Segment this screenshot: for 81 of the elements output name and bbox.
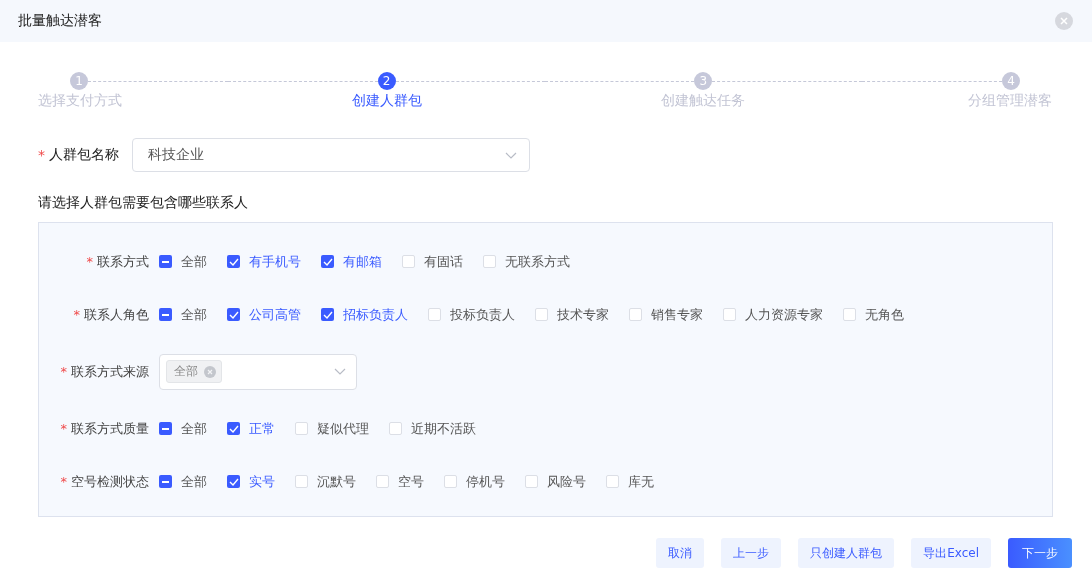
checkbox[interactable] (525, 475, 538, 488)
checkbox-label[interactable]: 风险号 (547, 472, 586, 491)
checkbox-label[interactable]: 无联系方式 (505, 252, 570, 271)
checkbox[interactable] (483, 255, 496, 268)
checkbox[interactable] (389, 422, 402, 435)
checkbox[interactable] (159, 308, 172, 321)
checkbox-label[interactable]: 沉默号 (317, 472, 356, 491)
section-title: 请选择人群包需要包含哪些联系人 (38, 194, 249, 212)
action-button[interactable]: 上一步 (721, 538, 782, 568)
required-mark: * (86, 254, 93, 269)
checkbox[interactable] (376, 475, 389, 488)
checkbox[interactable] (159, 422, 172, 435)
step-label: 创建触达任务 (661, 92, 746, 110)
next-button[interactable]: 下一步 (1008, 538, 1072, 568)
checkbox-label[interactable]: 公司高管 (249, 305, 301, 324)
step-number: 3 (694, 72, 713, 90)
checkbox-label[interactable]: 疑似代理 (317, 419, 369, 438)
checkbox-label[interactable]: 投标负责人 (450, 305, 515, 324)
checkbox[interactable] (295, 422, 308, 435)
checkbox-label[interactable]: 无角色 (865, 305, 904, 324)
checkbox[interactable] (321, 255, 334, 268)
required-mark: * (60, 474, 67, 489)
checkbox-label[interactable]: 全部 (181, 419, 207, 438)
action-button[interactable]: 导出Excel (911, 538, 991, 568)
step-label: 选择支付方式 (38, 92, 122, 110)
step-number: 2 (377, 72, 396, 90)
checkbox-label[interactable]: 空号 (398, 472, 424, 491)
step-number: 1 (70, 72, 88, 90)
filter-label: 联系方式 (97, 252, 149, 271)
checkbox-label[interactable]: 实号 (249, 472, 275, 491)
name-select[interactable]: 科技企业 (132, 138, 530, 172)
checkbox-label[interactable]: 近期不活跃 (411, 419, 476, 438)
checkbox-label[interactable]: 有手机号 (249, 252, 301, 271)
filter-label: 联系人角色 (84, 305, 149, 324)
checkbox[interactable] (227, 255, 240, 268)
checkbox-label[interactable]: 招标负责人 (343, 305, 408, 324)
checkbox[interactable] (159, 255, 172, 268)
filter-label: 联系方式质量 (71, 419, 149, 438)
step-number: 4 (1002, 72, 1020, 90)
checkbox[interactable] (227, 475, 240, 488)
checkbox-label[interactable]: 停机号 (466, 472, 505, 491)
action-button[interactable]: 取消 (656, 538, 705, 568)
checkbox-label[interactable]: 全部 (181, 252, 207, 271)
checkbox-label[interactable]: 全部 (181, 472, 207, 491)
action-button[interactable]: 只创建人群包 (798, 538, 895, 568)
close-icon[interactable] (1055, 12, 1073, 30)
required-mark: * (60, 421, 67, 436)
checkbox[interactable] (444, 475, 457, 488)
filter-label: 空号检测状态 (71, 472, 149, 491)
checkbox-label[interactable]: 销售专家 (651, 305, 703, 324)
checkbox-label[interactable]: 正常 (249, 419, 275, 438)
checkbox[interactable] (321, 308, 334, 321)
required-mark: * (60, 364, 67, 379)
checkbox[interactable] (402, 255, 415, 268)
required-mark: * (38, 147, 45, 163)
chevron-icon (334, 368, 346, 375)
checkbox[interactable] (227, 422, 240, 435)
dialog-title: 批量触达潜客 (18, 12, 102, 30)
tag: 全部 (166, 360, 222, 383)
checkbox-label[interactable]: 技术专家 (557, 305, 609, 324)
checkbox[interactable] (159, 475, 172, 488)
step-label: 创建人群包 (351, 92, 422, 110)
chevron-icon (505, 151, 517, 159)
checkbox[interactable] (723, 308, 736, 321)
checkbox-label[interactable]: 有固话 (424, 252, 463, 271)
step-label: 分组管理潜客 (968, 92, 1052, 110)
checkbox[interactable] (428, 308, 441, 321)
checkbox-label[interactable]: 库无 (628, 472, 654, 491)
field-label: 人群包名称 (49, 146, 119, 164)
checkbox-label[interactable]: 有邮箱 (343, 252, 382, 271)
checkbox[interactable] (843, 308, 856, 321)
checkbox[interactable] (295, 475, 308, 488)
checkbox[interactable] (606, 475, 619, 488)
remove-icon[interactable] (204, 365, 216, 378)
checkbox[interactable] (227, 308, 240, 321)
checkbox[interactable] (535, 308, 548, 321)
checkbox-label[interactable]: 全部 (181, 305, 207, 324)
checkbox-label[interactable]: 人力资源专家 (745, 305, 823, 324)
filter-label: 联系方式来源 (71, 362, 149, 381)
checkbox[interactable] (629, 308, 642, 321)
required-mark: * (73, 307, 80, 322)
